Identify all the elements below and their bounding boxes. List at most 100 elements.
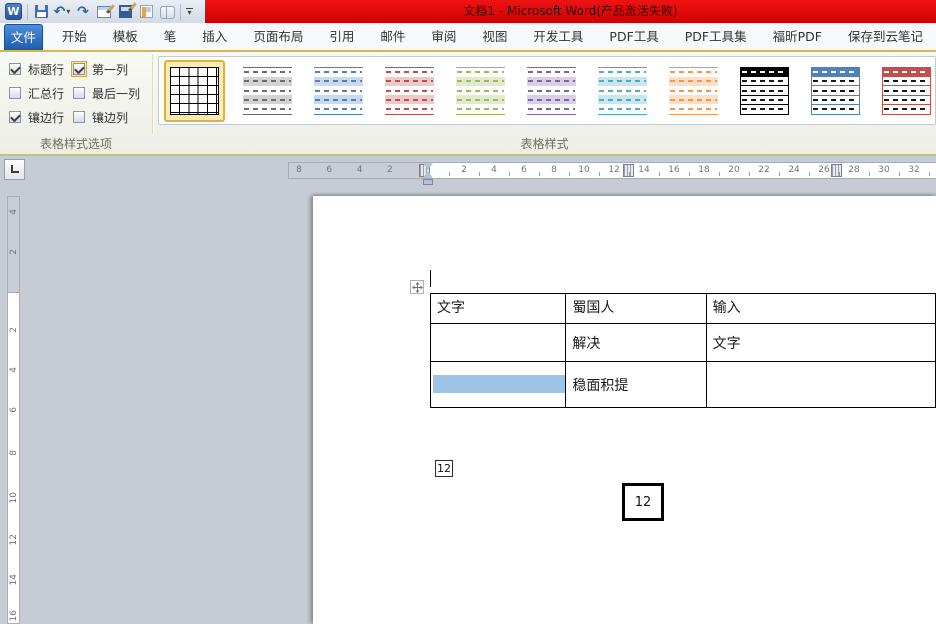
table-cell[interactable]: 蜀国人 <box>566 294 706 324</box>
table-cell[interactable] <box>431 324 566 362</box>
table-cell[interactable]: 文字 <box>431 294 566 324</box>
book-icon[interactable] <box>159 4 175 20</box>
undo-dropdown-icon[interactable]: ▾ <box>66 7 70 16</box>
table-cell[interactable] <box>431 362 566 408</box>
tab-邮件[interactable]: 邮件 <box>367 23 418 50</box>
table-cell[interactable]: 文字 <box>706 324 935 362</box>
small-number-box[interactable]: 12 <box>435 460 453 477</box>
table-column-marker[interactable] <box>831 164 842 177</box>
first-line-indent-marker[interactable] <box>423 163 433 170</box>
checkbox-wrap <box>71 109 87 125</box>
tab-list: 开始模板笔插入页面布局引用邮件审阅视图开发工具PDF工具PDF工具集福昕PDF保… <box>49 23 936 50</box>
tab-模板[interactable]: 模板 <box>100 23 151 50</box>
ruler-number: 24 <box>788 165 799 175</box>
tab-审阅[interactable]: 审阅 <box>418 23 469 50</box>
dash-line <box>315 108 362 110</box>
divider <box>180 4 181 20</box>
dash-line <box>457 80 504 82</box>
table-cell[interactable]: 输入 <box>706 294 935 324</box>
checkbox[interactable] <box>73 63 85 75</box>
style-thumbnail <box>314 67 363 115</box>
qat-customize-icon[interactable]: ▾ <box>186 8 193 16</box>
style-option-最后一列[interactable]: 最后一列 <box>71 85 151 102</box>
table-style-light-shading-blue[interactable] <box>310 63 367 119</box>
redo-icon[interactable]: ↷ <box>75 4 91 20</box>
page-layout-icon[interactable] <box>138 4 154 20</box>
tab-笔[interactable]: 笔 <box>151 23 190 50</box>
draw-table-icon[interactable] <box>96 4 112 20</box>
vertical-ruler[interactable]: 42246810121416 <box>7 196 20 624</box>
table-cell[interactable] <box>706 362 935 408</box>
tab-引用[interactable]: 引用 <box>316 23 367 50</box>
save-table-icon[interactable] <box>117 4 133 20</box>
dash-line <box>884 71 929 73</box>
checkbox[interactable] <box>73 111 85 123</box>
ruler-number: 14 <box>638 165 649 175</box>
large-number-box[interactable]: 12 <box>622 483 664 521</box>
style-thumbnail <box>385 67 434 115</box>
table-cell[interactable]: 解决 <box>566 324 706 362</box>
ruler-number: 10 <box>578 165 589 175</box>
tab-PDF工具集[interactable]: PDF工具集 <box>672 23 760 50</box>
dash-line <box>386 99 433 101</box>
document-table: 文字蜀国人输入解决文字稳面积提 <box>430 293 936 408</box>
ruler-tick <box>689 172 690 176</box>
tab-stop-selector[interactable] <box>4 159 25 180</box>
ruler-tick <box>899 172 900 176</box>
style-option-镶边行[interactable]: 镶边行 <box>7 109 71 126</box>
tab-插入[interactable]: 插入 <box>189 23 240 50</box>
checkbox[interactable] <box>9 87 21 99</box>
undo-icon[interactable]: ↶▾ <box>54 4 70 20</box>
ruler-tick <box>929 172 930 176</box>
dash-line <box>813 90 858 92</box>
group-label: 表格样式选项 <box>0 135 152 152</box>
table-cell[interactable]: 稳面积提 <box>566 362 706 408</box>
tab-开发工具[interactable]: 开发工具 <box>520 23 596 50</box>
save-icon[interactable] <box>33 4 49 20</box>
horizontal-ruler[interactable]: 8642246810121416182022242628303234 <box>288 162 936 179</box>
dash-line <box>813 71 858 73</box>
tab-视图[interactable]: 视图 <box>469 23 520 50</box>
table-style-grid-table-black[interactable] <box>736 63 793 119</box>
tab-PDF工具[interactable]: PDF工具 <box>596 23 671 50</box>
table-style-light-shading-black[interactable] <box>239 63 296 119</box>
table-style-grid-table-red[interactable] <box>878 63 935 119</box>
ruler-number: 2 <box>387 165 393 175</box>
style-option-汇总行[interactable]: 汇总行 <box>7 85 71 102</box>
checkbox[interactable] <box>73 87 85 99</box>
style-row <box>385 77 434 86</box>
tab-开始[interactable]: 开始 <box>49 23 100 50</box>
tab-file[interactable]: 文件 <box>4 24 43 50</box>
table-style-light-shading-red[interactable] <box>381 63 438 119</box>
dash-line <box>457 99 504 101</box>
table-style-grid-table-blue[interactable] <box>807 63 864 119</box>
table-style-light-shading-green[interactable] <box>452 63 509 119</box>
tab-保存到云笔记[interactable]: 保存到云笔记 <box>835 23 936 50</box>
style-row <box>669 68 718 77</box>
style-option-镶边列[interactable]: 镶边列 <box>71 109 151 126</box>
style-option-标题行[interactable]: 标题行 <box>7 61 71 78</box>
style-row <box>314 86 363 95</box>
table-style-light-shading-orange[interactable] <box>665 63 722 119</box>
tab-福昕PDF[interactable]: 福昕PDF <box>760 23 835 50</box>
word-logo[interactable]: W <box>5 3 22 20</box>
dash-line <box>670 71 717 73</box>
left-tab-icon <box>11 165 19 173</box>
table-style-light-shading-purple[interactable] <box>523 63 580 119</box>
table-style-light-shading-teal[interactable] <box>594 63 651 119</box>
hanging-indent-marker[interactable] <box>423 171 433 178</box>
table-style-table-grid[interactable] <box>164 60 225 122</box>
document-page[interactable]: 文字蜀国人输入解决文字稳面积提 12 12 <box>313 196 936 624</box>
style-row <box>527 104 576 113</box>
left-indent-marker[interactable] <box>423 179 433 185</box>
style-option-第一列[interactable]: 第一列 <box>71 61 151 78</box>
tab-页面布局[interactable]: 页面布局 <box>240 23 316 50</box>
checkbox[interactable] <box>9 111 21 123</box>
checkbox-label: 第一列 <box>92 61 128 78</box>
checkbox[interactable] <box>9 63 21 75</box>
style-row <box>385 95 434 104</box>
dash-line <box>599 71 646 73</box>
table-move-handle[interactable] <box>410 280 424 294</box>
ruler-tick <box>659 172 660 176</box>
dash-line <box>742 71 787 73</box>
